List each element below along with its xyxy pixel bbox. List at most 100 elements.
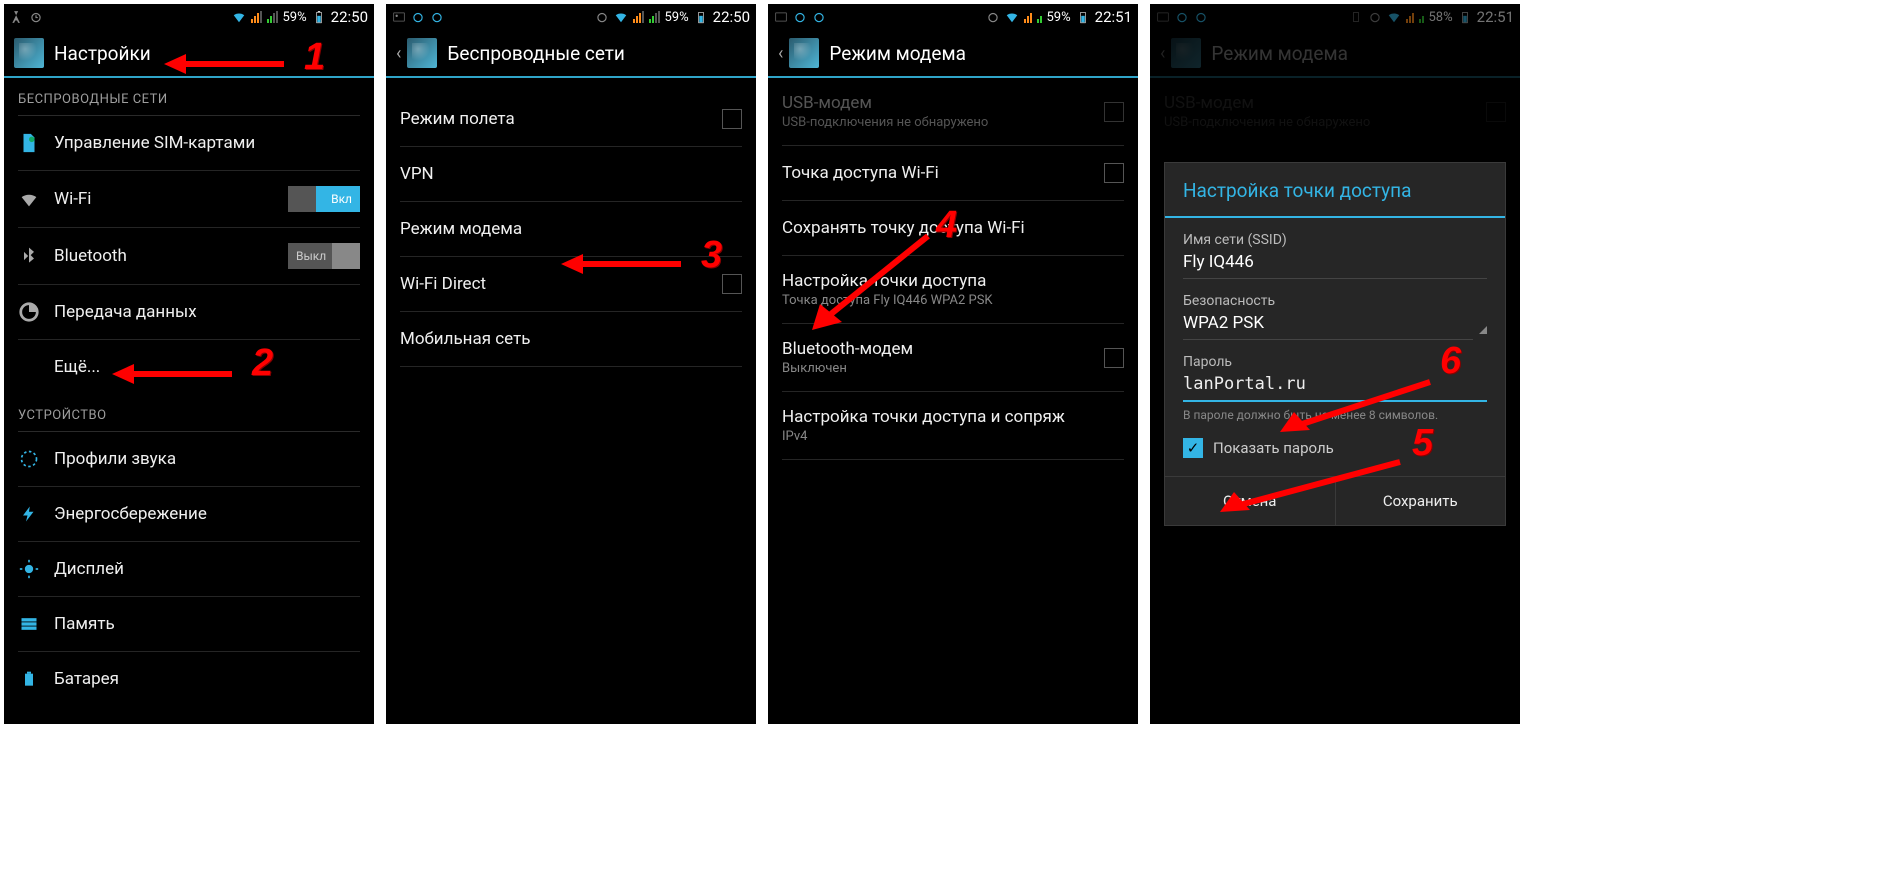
bluetooth-toggle[interactable]: Выкл — [288, 243, 360, 269]
row-sublabel: USB-подключения не обнаружено — [782, 115, 1090, 130]
row-data-usage[interactable]: Передача данных — [4, 285, 374, 339]
row-label: Bluetooth — [54, 246, 274, 266]
row-label: Батарея — [54, 669, 360, 689]
screen-3-tethering: 59% 22:51 ‹ Режим модема USB-модем USB-п… — [768, 4, 1138, 724]
dialog-title: Настройка точки доступа — [1165, 163, 1505, 218]
row-label: Режим полета — [400, 109, 708, 129]
signal-2-icon — [649, 11, 660, 23]
save-button[interactable]: Сохранить — [1336, 477, 1506, 525]
battery-icon — [694, 10, 708, 24]
silent-icon — [10, 10, 24, 24]
row-label: Режим модема — [400, 219, 742, 239]
data-usage-icon — [18, 301, 40, 323]
security-spinner[interactable]: WPA2 PSK — [1183, 309, 1487, 340]
annotation-num-6: 6 — [1440, 340, 1461, 383]
cancel-button[interactable]: Отмена — [1165, 477, 1336, 525]
row-sublabel: IPv4 — [782, 429, 1124, 444]
sim-icon — [18, 132, 40, 154]
signal-2-icon — [267, 11, 278, 23]
row-storage[interactable]: Память — [4, 597, 374, 651]
row-sublabel: Выключен — [782, 361, 1090, 376]
alarm-icon — [29, 10, 43, 24]
row-wifi-hotspot[interactable]: Точка доступа Wi-Fi — [768, 146, 1138, 200]
row-label: VPN — [400, 164, 742, 184]
spacer-icon — [18, 356, 40, 378]
page-title: Режим модема — [829, 42, 966, 65]
usb-checkbox — [1104, 102, 1124, 122]
wifi-icon — [614, 10, 628, 24]
row-hotspot-config[interactable]: Настройка точки доступа Точка доступа Fl… — [768, 256, 1138, 323]
security-value: WPA2 PSK — [1183, 309, 1473, 340]
status-bar: 59% 22:50 — [4, 4, 374, 30]
row-sim-management[interactable]: Управление SIM-картами — [4, 116, 374, 170]
row-bluetooth[interactable]: Bluetooth Выкл — [4, 228, 374, 284]
sound-icon — [18, 448, 40, 470]
row-label: Мобильная сеть — [400, 329, 742, 349]
show-password-label: Показать пароль — [1213, 439, 1334, 457]
row-battery[interactable]: Батарея — [4, 652, 374, 706]
row-bluetooth-tether[interactable]: Bluetooth-модем Выключен — [768, 324, 1138, 391]
row-wifi[interactable]: Wi-Fi Вкл — [4, 171, 374, 227]
row-label: Wi-Fi Direct — [400, 274, 708, 294]
titlebar[interactable]: ‹ Беспроводные сети — [386, 30, 756, 78]
alarm-status-icon — [986, 10, 1000, 24]
signal-1-icon — [633, 11, 644, 23]
row-vpn[interactable]: VPN — [386, 147, 756, 201]
battery-icon — [312, 10, 326, 24]
show-password-checkbox[interactable]: ✓ — [1183, 438, 1203, 458]
row-display[interactable]: Дисплей — [4, 542, 374, 596]
bt-tether-checkbox[interactable] — [1104, 348, 1124, 368]
show-password-row[interactable]: ✓ Показать пароль — [1183, 438, 1487, 458]
wifi-row-icon — [18, 188, 40, 210]
status-bar: 59% 22:50 — [386, 4, 756, 30]
row-power[interactable]: Энергосбережение — [4, 487, 374, 541]
battery-pct: 59% — [665, 10, 689, 25]
annotation-num-1: 1 — [304, 36, 325, 79]
clock: 22:51 — [1095, 8, 1132, 26]
section-device: УСТРОЙСТВО — [4, 394, 374, 431]
power-icon — [18, 503, 40, 525]
battery-pct: 59% — [283, 10, 307, 25]
wifi-icon — [232, 10, 246, 24]
row-label: Энергосбережение — [54, 504, 360, 524]
row-pairing-config[interactable]: Настройка точки доступа и сопряж IPv4 — [768, 392, 1138, 459]
row-label: USB-модем — [782, 93, 1090, 113]
ssid-input[interactable]: Fly IQ446 — [1183, 248, 1487, 279]
password-hint: В пароле должно быть не менее 8 символов… — [1183, 408, 1487, 422]
hotspot-checkbox[interactable] — [1104, 163, 1124, 183]
row-sublabel: Точка доступа Fly IQ446 WPA2 PSK — [782, 293, 1124, 308]
row-label: Управление SIM-картами — [54, 133, 360, 153]
status-bar: 59% 22:51 — [768, 4, 1138, 30]
alarm-icon — [430, 10, 444, 24]
wifi-direct-checkbox[interactable] — [722, 274, 742, 294]
row-label: Настройка точки доступа — [782, 271, 1124, 291]
row-label: Дисплей — [54, 559, 360, 579]
alarm-icon — [411, 10, 425, 24]
row-label: Память — [54, 614, 360, 634]
battery-row-icon — [18, 668, 40, 690]
gallery-icon — [774, 10, 788, 24]
alarm-icon — [812, 10, 826, 24]
page-title: Беспроводные сети — [447, 42, 625, 65]
annotation-num-4: 4 — [936, 204, 957, 247]
section-wireless: БЕСПРОВОДНЫЕ СЕТИ — [4, 78, 374, 115]
battery-icon — [1076, 10, 1090, 24]
signal-2-icon — [1037, 11, 1042, 23]
signal-1-icon — [1024, 11, 1032, 23]
titlebar[interactable]: ‹ Режим модема — [768, 30, 1138, 78]
annotation-num-3: 3 — [701, 234, 722, 277]
row-more[interactable]: Ещё... — [4, 340, 374, 394]
dropdown-icon — [1479, 326, 1487, 334]
row-airplane[interactable]: Режим полета — [386, 92, 756, 146]
storage-icon — [18, 613, 40, 635]
row-label: Настройка точки доступа и сопряж — [782, 407, 1124, 427]
settings-app-icon — [407, 38, 437, 68]
back-icon: ‹ — [396, 43, 401, 64]
clock: 22:50 — [713, 8, 750, 26]
wifi-toggle[interactable]: Вкл — [288, 186, 360, 212]
alarm-status-icon — [595, 10, 609, 24]
row-sound[interactable]: Профили звука — [4, 432, 374, 486]
row-mobile-network[interactable]: Мобильная сеть — [386, 312, 756, 366]
row-label: Bluetooth-модем — [782, 339, 1090, 359]
airplane-checkbox[interactable] — [722, 109, 742, 129]
